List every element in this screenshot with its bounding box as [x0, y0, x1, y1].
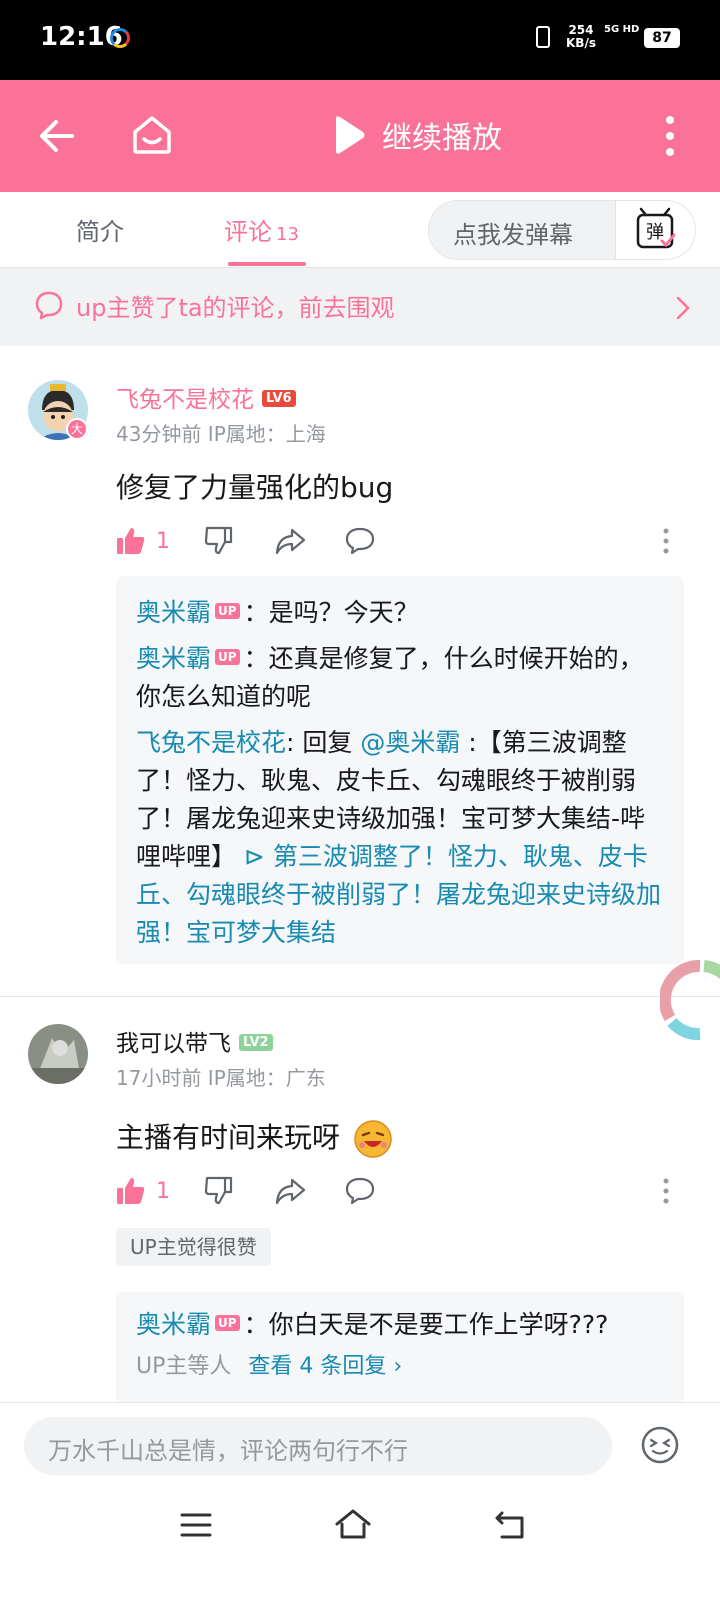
comment-divider: [0, 996, 720, 997]
home-nav-icon[interactable]: [334, 1508, 372, 1540]
like-button[interactable]: 1: [116, 1174, 170, 1208]
more-vertical-icon[interactable]: [662, 1178, 670, 1204]
comment-input-bar: 万水千山总是情，评论两句行不行: [0, 1402, 720, 1490]
share-button[interactable]: [274, 524, 306, 558]
status-bar: 12:16 254 KB/s 5G HD 87: [0, 0, 720, 80]
play-icon: [336, 116, 365, 154]
share-button[interactable]: [274, 1174, 306, 1208]
tab-bar: 简介 评论 13 点我发弹幕 弹: [0, 192, 720, 268]
like-count: 1: [156, 1178, 170, 1204]
signal-icon: 5G HD: [604, 24, 640, 35]
reply-summary: UP主等人 查看 4 条回复 ›: [136, 1354, 403, 1379]
reply-button[interactable]: [344, 524, 376, 558]
more-vertical-icon[interactable]: [662, 528, 670, 554]
laughing-emoji-icon: [354, 1120, 392, 1158]
more-vertical-icon[interactable]: [664, 114, 676, 158]
reply-list: 奥米霸 UP ：你白天是不是要工作上学呀??? UP主等人 查看 4 条回复 ›: [116, 1292, 684, 1404]
reply-username: 奥米霸: [136, 1310, 212, 1339]
avatar[interactable]: [28, 1024, 88, 1084]
tab-intro[interactable]: 简介: [76, 212, 124, 247]
menu-icon[interactable]: [180, 1512, 212, 1538]
danmaku-input[interactable]: 点我发弹幕 弹: [428, 200, 696, 260]
video-top-bar: 继续播放: [0, 80, 720, 192]
chevron-right-icon: [676, 296, 690, 320]
up-liked-notice[interactable]: up主赞了ta的评论，前去围观: [0, 268, 720, 346]
back-nav-icon[interactable]: [494, 1510, 526, 1540]
comment-username[interactable]: 飞兔不是校花 LV6: [116, 380, 296, 414]
continue-play-button[interactable]: 继续播放: [332, 110, 502, 160]
dislike-button[interactable]: [204, 524, 234, 558]
notice-text: up主赞了ta的评论，前去围观: [76, 294, 395, 322]
reply-item[interactable]: 奥米霸 UP ：你白天是不是要工作上学呀???: [136, 1306, 664, 1344]
thumbs-down-icon: [204, 526, 233, 555]
mention-link: @奥米霸: [360, 728, 461, 757]
reply-list: 奥米霸 UP ：是吗？今天？ 奥米霸 UP ：还真是修复了，什么时候开始的，你怎么知道的…: [116, 576, 684, 964]
comment-bubble-icon: [35, 291, 63, 320]
thumbs-up-icon: [117, 528, 145, 554]
tab-indicator: [228, 262, 306, 266]
share-icon: [275, 1178, 306, 1205]
like-button[interactable]: 1: [116, 524, 170, 558]
reply-item[interactable]: 奥米霸 UP ：是吗？今天？: [136, 594, 664, 632]
sync-icon: [110, 28, 130, 48]
comment-username[interactable]: 我可以带飞 LV2: [116, 1024, 273, 1058]
danmaku-toggle-button[interactable]: 弹: [615, 201, 695, 259]
thumbs-up-icon: [117, 1178, 145, 1204]
danmaku-icon: 弹: [636, 207, 676, 249]
avatar-image: [28, 1024, 88, 1084]
comment-text: 主播有时间来玩呀: [116, 1116, 393, 1159]
reply-username: 奥米霸: [136, 644, 212, 673]
tab-comments[interactable]: 评论 13: [224, 212, 299, 247]
vibrate-icon: [536, 26, 550, 48]
comment-text: 修复了力量强化的bug: [116, 471, 394, 504]
up-liked-badge: UP主觉得很赞: [116, 1228, 271, 1266]
emoji-icon[interactable]: [640, 1425, 680, 1465]
comment-input[interactable]: 万水千山总是情，评论两句行不行: [24, 1417, 612, 1475]
reply-button[interactable]: [344, 1174, 376, 1208]
vip-badge: 大: [66, 418, 88, 440]
up-badge: UP: [215, 603, 240, 619]
loading-ring-icon: [660, 960, 720, 1040]
comment-input-placeholder: 万水千山总是情，评论两句行不行: [48, 1437, 408, 1465]
back-arrow-icon[interactable]: [36, 116, 76, 156]
system-nav-bar: [0, 1490, 720, 1600]
up-badge: UP: [215, 649, 240, 665]
network-speed: 254 KB/s: [566, 23, 596, 50]
comment-icon: [345, 527, 375, 555]
continue-play-label: 继续播放: [382, 121, 502, 156]
level-badge: LV6: [262, 390, 296, 407]
comment-meta: 43分钟前 IP属地：上海: [116, 422, 326, 446]
level-badge: LV2: [239, 1034, 273, 1051]
like-count: 1: [156, 528, 170, 554]
view-replies-link[interactable]: 查看 4 条回复 ›: [248, 1354, 402, 1379]
dislike-button[interactable]: [204, 1174, 234, 1208]
comment-actions: 1: [116, 524, 686, 558]
reply-item[interactable]: 飞兔不是校花: 回复 @奥米霸 :【第三波调整了！怪力、耿鬼、皮卡丘、勾魂眼终于…: [136, 724, 664, 952]
reply-username: 奥米霸: [136, 598, 212, 627]
comment-meta: 17小时前 IP属地：广东: [116, 1066, 326, 1090]
comment-icon: [345, 1177, 375, 1205]
reply-username: 飞兔不是校花: [136, 728, 287, 757]
reply-item[interactable]: 奥米霸 UP ：还真是修复了，什么时候开始的，你怎么知道的呢: [136, 640, 664, 716]
share-icon: [275, 528, 306, 555]
thumbs-down-icon: [204, 1176, 233, 1205]
danmaku-placeholder: 点我发弹幕: [453, 221, 573, 249]
home-icon[interactable]: [130, 112, 174, 156]
up-badge: UP: [215, 1315, 240, 1331]
battery-icon: 87: [644, 28, 680, 48]
comment-actions: 1: [116, 1174, 686, 1208]
